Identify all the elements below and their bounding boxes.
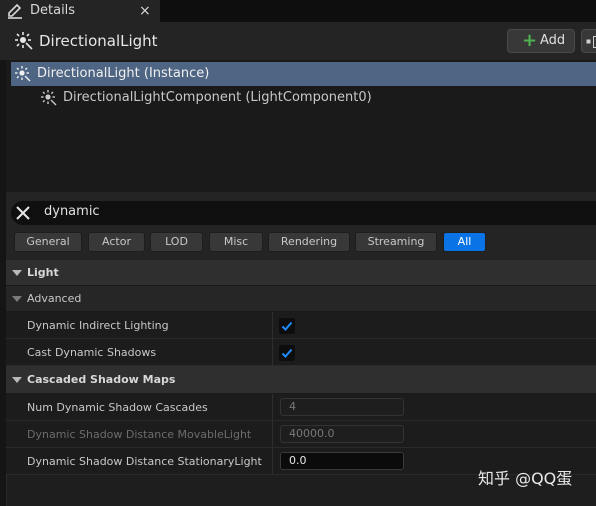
add-component-button[interactable]: + Add <box>507 29 575 53</box>
chevron-down-icon <box>12 296 22 302</box>
stationary-distance-field[interactable]: 0.0 <box>280 452 404 470</box>
filter-misc[interactable]: Misc <box>209 232 263 252</box>
filter-general[interactable]: General <box>14 232 82 252</box>
directional-light-icon <box>15 32 33 50</box>
category-light[interactable]: Light <box>6 260 596 286</box>
column-divider <box>272 421 273 447</box>
property-label: Dynamic Shadow Distance MovableLight <box>27 428 252 441</box>
chevron-down-icon <box>12 270 22 276</box>
filter-all[interactable]: All <box>443 232 486 252</box>
property-label: Dynamic Indirect Lighting <box>27 319 169 332</box>
watermark-text: 知乎 @QQ蛋 <box>478 469 573 488</box>
tab-details[interactable]: Details × <box>0 0 160 22</box>
property-label: Dynamic Shadow Distance StationaryLight <box>27 455 262 468</box>
checkmark-icon <box>281 321 293 331</box>
property-row-cast-dynamic-shadows: Cast Dynamic Shadows <box>6 339 596 366</box>
blueprint-button[interactable] <box>581 29 596 53</box>
filter-actor[interactable]: Actor <box>88 232 145 252</box>
actor-name: DirectionalLight <box>39 32 158 50</box>
subcategory-advanced[interactable]: Advanced <box>6 286 596 312</box>
num-cascades-field: 4 <box>280 398 404 416</box>
property-row-dynamic-indirect-lighting: Dynamic Indirect Lighting <box>6 312 596 339</box>
add-label: Add <box>540 33 566 48</box>
column-divider <box>272 394 273 420</box>
directional-light-icon <box>15 66 31 82</box>
property-row-movable-distance: Dynamic Shadow Distance MovableLight 400… <box>6 421 596 448</box>
directional-light-icon <box>41 90 57 106</box>
tree-item-label: DirectionalLight (Instance) <box>37 66 210 81</box>
checkmark-icon <box>281 348 293 358</box>
close-icon[interactable]: × <box>139 2 151 20</box>
column-divider <box>272 448 273 474</box>
pencil-icon <box>8 3 22 19</box>
category-label: Cascaded Shadow Maps <box>27 373 176 386</box>
category-cascaded-shadow-maps[interactable]: Cascaded Shadow Maps <box>6 366 596 394</box>
tree-item-component[interactable]: DirectionalLightComponent (LightComponen… <box>63 89 372 107</box>
plus-icon: + <box>522 30 538 51</box>
tab-title: Details <box>30 3 76 18</box>
cast-dynamic-shadows-checkbox[interactable] <box>279 345 295 361</box>
filter-lod[interactable]: LOD <box>150 232 203 252</box>
property-label: Num Dynamic Shadow Cascades <box>27 401 208 414</box>
dynamic-indirect-lighting-checkbox[interactable] <box>279 318 295 334</box>
clear-search-icon[interactable] <box>14 204 32 222</box>
blueprint-icon <box>586 36 596 48</box>
search-value: dynamic <box>44 204 100 219</box>
filter-streaming[interactable]: Streaming <box>355 232 437 252</box>
filter-rendering[interactable]: Rendering <box>268 232 350 252</box>
column-divider <box>272 312 273 338</box>
movable-distance-field: 40000.0 <box>280 425 404 443</box>
category-label: Light <box>27 266 59 279</box>
column-divider <box>272 339 273 365</box>
property-row-num-cascades: Num Dynamic Shadow Cascades 4 <box>6 394 596 421</box>
chevron-down-icon <box>12 377 22 383</box>
subcategory-label: Advanced <box>27 292 82 305</box>
property-label: Cast Dynamic Shadows <box>27 346 157 359</box>
